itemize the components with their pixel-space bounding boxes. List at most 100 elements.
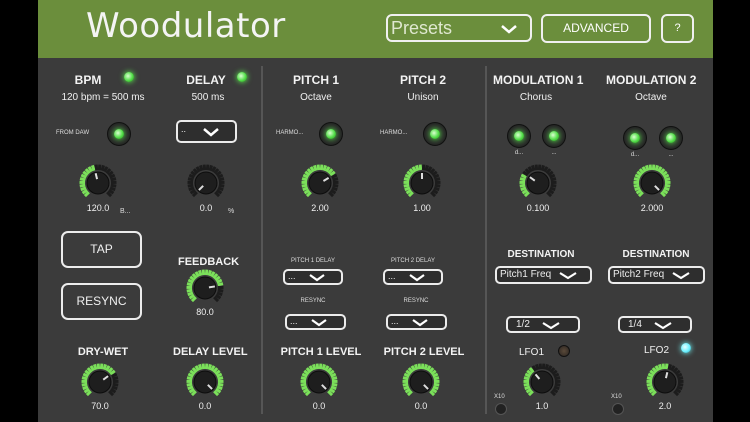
chevron-down-icon bbox=[412, 319, 428, 327]
mod2-knob[interactable] bbox=[632, 163, 672, 203]
pitch1-subtitle: Octave bbox=[300, 92, 332, 103]
pitch1-resync-label: RESYNC bbox=[300, 298, 326, 304]
mod2-switch-1[interactable] bbox=[623, 126, 647, 150]
chevron-down-icon bbox=[501, 25, 517, 34]
from-daw-switch[interactable] bbox=[107, 122, 131, 146]
chevron-down-icon bbox=[309, 274, 325, 282]
pitch1-knob[interactable] bbox=[300, 163, 340, 203]
mod1-switch-1[interactable] bbox=[507, 124, 531, 148]
lfo2-led[interactable] bbox=[681, 343, 691, 353]
lfo1-led[interactable] bbox=[558, 345, 570, 357]
mod1-destination-dropdown[interactable]: Pitch1 Freq bbox=[495, 266, 592, 284]
lfo1-knob[interactable] bbox=[522, 362, 562, 402]
lfo1-title: LFO1 bbox=[519, 347, 545, 358]
pitch2-level-knob[interactable] bbox=[401, 362, 441, 402]
advanced-button[interactable]: ADVANCED bbox=[541, 14, 651, 43]
pitch2-level-title: PITCH 2 LEVEL bbox=[383, 346, 465, 358]
mod2-switch-2[interactable] bbox=[659, 126, 683, 150]
bpm-led[interactable] bbox=[124, 72, 134, 82]
mod1-title: MODULATION 1 bbox=[493, 73, 584, 87]
delay-mode-value: .. bbox=[181, 124, 187, 134]
pitch1-delay-dropdown[interactable]: ... bbox=[283, 269, 343, 285]
bpm-subtitle: 120 bpm = 500 ms bbox=[61, 92, 145, 103]
dry-wet-title: DRY-WET bbox=[77, 346, 129, 358]
pitch2-delay-value: ... bbox=[388, 271, 396, 281]
section-divider bbox=[261, 66, 263, 414]
pitch1-value: 2.00 bbox=[311, 203, 329, 213]
feedback-title: FEEDBACK bbox=[178, 256, 240, 268]
tap-button[interactable]: TAP bbox=[61, 231, 142, 268]
lfo1-value: 1.0 bbox=[535, 401, 549, 411]
delay-level-knob[interactable] bbox=[185, 362, 225, 402]
pitch2-subtitle: Unison bbox=[407, 92, 439, 103]
chevron-down-icon bbox=[203, 128, 219, 137]
lfo1-x10-button[interactable] bbox=[495, 403, 507, 415]
bpm-title: BPM bbox=[74, 73, 102, 87]
chevron-down-icon bbox=[542, 322, 560, 330]
pitch1-resync-dropdown[interactable]: ... bbox=[285, 314, 346, 330]
pitch2-delay-dropdown[interactable]: ... bbox=[383, 269, 443, 285]
from-daw-label: FROM DAW bbox=[56, 130, 90, 136]
pitch2-level-value: 0.0 bbox=[414, 401, 428, 411]
dry-wet-value: 70.0 bbox=[91, 401, 109, 411]
delay-led[interactable] bbox=[237, 72, 247, 82]
mod2-rate-value: 1/4 bbox=[628, 319, 642, 330]
delay-knob[interactable] bbox=[186, 163, 226, 203]
delay-level-title: DELAY LEVEL bbox=[173, 346, 248, 358]
pitch2-title: PITCH 2 bbox=[399, 73, 446, 87]
pitch1-level-knob[interactable] bbox=[299, 362, 339, 402]
delay-mode-dropdown[interactable]: .. bbox=[176, 120, 237, 143]
feedback-knob[interactable] bbox=[185, 268, 225, 308]
mod1-value: 0.100 bbox=[526, 203, 550, 213]
bpm-knob[interactable] bbox=[78, 163, 118, 203]
pitch2-value: 1.00 bbox=[413, 203, 431, 213]
lfo1-x10-label: X10 bbox=[494, 394, 505, 400]
mod2-destination-value: Pitch2 Freq bbox=[613, 269, 665, 280]
mod2-destination-title: DESTINATION bbox=[622, 249, 690, 260]
plugin-window: Woodulator Presets ADVANCED ? BPM 120 bp… bbox=[38, 0, 713, 422]
chevron-down-icon bbox=[672, 272, 690, 280]
pitch2-resync-label: RESYNC bbox=[403, 298, 429, 304]
mod1-rate-dropdown[interactable]: 1/2 bbox=[506, 316, 580, 333]
pitch1-harmo-switch[interactable] bbox=[319, 122, 343, 146]
help-button[interactable]: ? bbox=[661, 14, 694, 43]
delay-level-value: 0.0 bbox=[198, 401, 212, 411]
mod2-rate-dropdown[interactable]: 1/4 bbox=[618, 316, 692, 333]
pitch1-level-value: 0.0 bbox=[312, 401, 326, 411]
header-bar: Woodulator Presets ADVANCED ? bbox=[38, 0, 713, 58]
mod1-switch-2[interactable] bbox=[542, 124, 566, 148]
delay-unit: % bbox=[228, 208, 235, 215]
bpm-unit: B... bbox=[120, 208, 131, 215]
pitch2-resync-dropdown[interactable]: ... bbox=[386, 314, 447, 330]
pitch1-delay-value: ... bbox=[288, 271, 296, 281]
delay-title: DELAY bbox=[186, 73, 226, 87]
pitch1-level-title: PITCH 1 LEVEL bbox=[280, 346, 362, 358]
mod1-destination-title: DESTINATION bbox=[507, 249, 575, 260]
mod1-switch-1-label: d... bbox=[514, 150, 524, 156]
resync-button[interactable]: RESYNC bbox=[61, 283, 142, 320]
mod2-subtitle: Octave bbox=[635, 92, 667, 103]
presets-label: Presets bbox=[391, 18, 453, 38]
lfo2-knob[interactable] bbox=[645, 362, 685, 402]
pitch2-harmo-switch[interactable] bbox=[423, 122, 447, 146]
mod1-knob[interactable] bbox=[518, 163, 558, 203]
chevron-down-icon bbox=[559, 272, 577, 280]
pitch1-delay-label: PITCH 1 DELAY bbox=[291, 258, 335, 264]
delay-subtitle: 500 ms bbox=[191, 92, 225, 103]
pitch2-harmo-label: HARMO... bbox=[380, 130, 408, 136]
pitch2-resync-value: ... bbox=[391, 316, 399, 326]
lfo2-x10-label: X10 bbox=[611, 394, 622, 400]
delay-value: 0.0 bbox=[199, 203, 213, 213]
presets-dropdown[interactable]: Presets bbox=[386, 14, 532, 42]
pitch2-knob[interactable] bbox=[402, 163, 442, 203]
lfo2-x10-button[interactable] bbox=[612, 403, 624, 415]
mod2-switch-2-label: ... bbox=[668, 152, 674, 158]
mod2-value: 2.000 bbox=[640, 203, 664, 213]
pitch1-resync-value: ... bbox=[290, 316, 298, 326]
mod2-destination-dropdown[interactable]: Pitch2 Freq bbox=[608, 266, 705, 284]
mod1-destination-value: Pitch1 Freq bbox=[500, 269, 552, 280]
app-title: Woodulator bbox=[86, 6, 286, 46]
mod1-subtitle: Chorus bbox=[519, 92, 553, 103]
bpm-value: 120.0 bbox=[86, 203, 110, 213]
dry-wet-knob[interactable] bbox=[80, 362, 120, 402]
